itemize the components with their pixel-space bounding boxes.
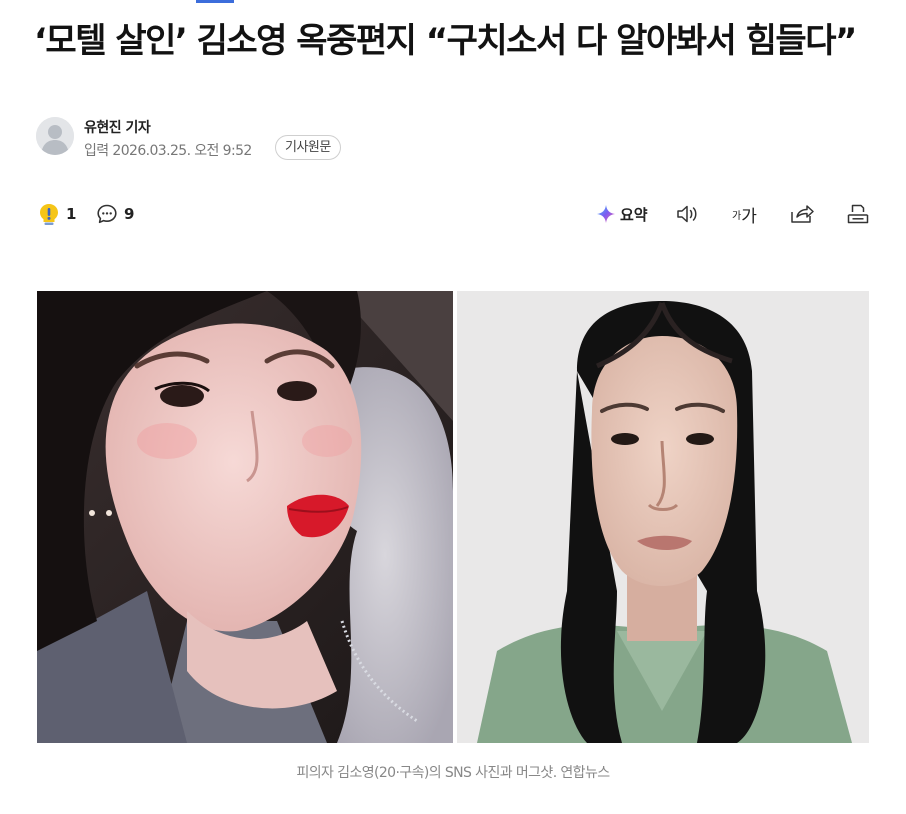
share-icon	[791, 205, 814, 223]
comment-icon	[97, 204, 117, 224]
reaction-button[interactable]: 1	[38, 198, 76, 230]
article-page: ‘모텔 살인’ 김소영 옥중편지 “구치소서 다 알아봐서 힘들다” 유현진 기…	[0, 0, 906, 814]
reaction-count: 1	[66, 205, 77, 223]
photo-caption: 피의자 김소영(20·구속)의 SNS 사진과 머그샷. 연합뉴스	[296, 765, 610, 781]
share-button[interactable]	[789, 198, 815, 230]
mugshot-photo[interactable]	[457, 291, 869, 743]
sns-photo[interactable]	[37, 291, 453, 743]
sns-photo-image	[37, 291, 453, 743]
summary-button[interactable]: 요약	[596, 198, 648, 230]
lightbulb-icon	[40, 204, 58, 225]
print-icon	[847, 204, 869, 224]
avatar-placeholder-icon	[36, 117, 74, 155]
font-size-large-glyph: 가	[741, 206, 757, 227]
article-toolbar: 1 9 요약 가 가	[38, 198, 870, 230]
speaker-icon	[677, 205, 697, 223]
comment-button[interactable]: 9	[96, 198, 134, 230]
selected-tab-indicator	[196, 0, 234, 3]
print-button[interactable]	[846, 198, 870, 230]
mugshot-image	[457, 291, 869, 743]
summary-label: 요약	[620, 205, 648, 224]
sparkle-icon	[597, 205, 615, 223]
comment-count: 9	[124, 205, 135, 223]
published-datetime: 입력 2026.03.25. 오전 9:52	[84, 143, 252, 159]
reporter-name[interactable]: 유현진 기자	[84, 117, 151, 137]
text-to-speech-button[interactable]	[675, 198, 701, 230]
original-article-button[interactable]: 기사원문	[275, 135, 341, 160]
font-size-small-glyph: 가	[732, 210, 742, 222]
reporter-avatar[interactable]	[36, 117, 74, 155]
article-headline: ‘모텔 살인’ 김소영 옥중편지 “구치소서 다 알아봐서 힘들다”	[34, 21, 857, 61]
font-size-button[interactable]: 가 가	[732, 198, 757, 230]
